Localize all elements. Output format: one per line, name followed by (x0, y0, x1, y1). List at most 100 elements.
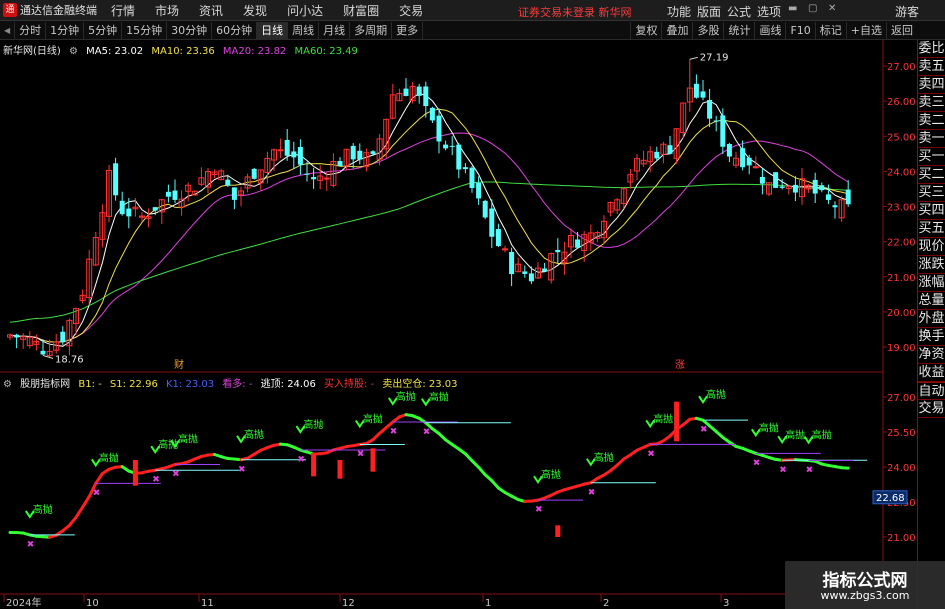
sidebar-item-3[interactable]: 卖三 (918, 94, 945, 112)
candle-body (113, 163, 119, 196)
tool-stats[interactable]: 统计 (723, 22, 754, 39)
sidebar-item-19[interactable]: 自动 (918, 382, 945, 400)
candle-body (416, 86, 422, 96)
watermark: 指标公式网 www.zbgs3.com (785, 561, 945, 609)
menu-function[interactable]: 功能 (667, 3, 691, 20)
app-logo-icon: 通 (3, 3, 17, 17)
sidebar-item-15[interactable]: 外盘 (918, 310, 945, 328)
tool-mark[interactable]: 标记 (814, 22, 846, 39)
candle-body (693, 83, 699, 98)
candle-body (119, 200, 125, 215)
badge-zhang: 涨 (675, 359, 685, 371)
indicator-bar (370, 448, 376, 472)
candle-body (403, 88, 409, 96)
period-tab-monthly[interactable]: 月线 (319, 21, 351, 39)
signal-cross-icon: ✖ (647, 449, 655, 459)
tool-back[interactable]: 返回 (886, 22, 917, 39)
candle-body (752, 166, 759, 169)
candle-body (773, 172, 779, 188)
menu-item-trade[interactable]: 交易 (399, 2, 423, 19)
sidebar-item-1[interactable]: 卖五 (918, 58, 945, 76)
window-max-icon[interactable]: ▢ (808, 3, 817, 14)
high-marker-line (689, 56, 698, 60)
sidebar-item-11[interactable]: 现价 (918, 238, 945, 256)
signal-cross-icon: ✖ (423, 428, 431, 438)
period-tab-30min[interactable]: 30分钟 (167, 21, 213, 39)
sidebar-item-0[interactable]: 委比 (918, 40, 945, 58)
candle-body (476, 182, 482, 199)
menu-item-discover[interactable]: 发现 (243, 2, 267, 19)
signal-label: 高抛 (303, 418, 323, 431)
candle-body (555, 249, 561, 253)
period-tab-1min[interactable]: 1分钟 (46, 21, 85, 39)
sidebar-item-20[interactable]: 交易 (918, 400, 945, 418)
sidebar-item-17[interactable]: 净资 (918, 346, 945, 364)
candle-body (291, 151, 297, 158)
menu-item-quotes[interactable]: 行情 (111, 2, 135, 19)
price-tick-label: 24.00 (887, 167, 916, 178)
period-tab-daily[interactable]: 日线 (257, 21, 289, 39)
time-tick-label: 10 (86, 598, 99, 609)
watermark-url: www.zbgs3.com (820, 589, 910, 602)
candle-body (60, 331, 66, 343)
tool-draw[interactable]: 画线 (754, 22, 785, 39)
sidebar-item-13[interactable]: 涨幅 (918, 274, 945, 292)
tool-overlay[interactable]: 叠加 (661, 22, 692, 39)
period-tab-multi[interactable]: 多周期 (350, 21, 393, 39)
period-tab-15min[interactable]: 15分钟 (122, 21, 168, 39)
candle-body (225, 179, 231, 186)
candle-body (707, 100, 713, 119)
candle-body (165, 191, 171, 197)
menu-item-ask[interactable]: 问小达 (287, 2, 323, 19)
tool-add-watchlist[interactable]: +自选 (845, 22, 886, 39)
watermark-title: 指标公式网 (822, 571, 908, 591)
tool-fuquan[interactable]: 复权 (630, 22, 661, 39)
chart-area[interactable]: 高抛 ✖ 高抛 ✖ 高抛 ✖ 高抛 ✖ 高抛 ✖ 高抛 ✖ 高抛 ✖ 高抛 ✖ 高抛 ✖ 高抛 ✖ 高抛 ✖ 高抛 ✖ 高抛 ✖ 高… (0, 40, 917, 609)
window-close-icon[interactable]: ✕ (828, 3, 836, 14)
indicator-bar (674, 401, 680, 442)
menu-guest[interactable]: 游客 (895, 3, 919, 20)
menu-formula[interactable]: 公式 (727, 3, 751, 20)
ma20-line (9, 132, 849, 343)
sidebar-item-16[interactable]: 换手 (918, 328, 945, 346)
sidebar-item-14[interactable]: 总量 (918, 292, 945, 310)
period-tab-weekly[interactable]: 周线 (288, 21, 320, 39)
sidebar-item-9[interactable]: 买四 (918, 202, 945, 220)
candle-body (746, 157, 752, 166)
candle-body (284, 139, 290, 156)
candle-body (502, 248, 508, 251)
candle-body (469, 167, 475, 188)
signal-label: 高抛 (594, 451, 614, 464)
sidebar-item-7[interactable]: 买二 (918, 166, 945, 184)
time-tick-label: 3 (723, 598, 729, 609)
signal-label: 高抛 (363, 413, 383, 426)
period-tab-more[interactable]: 更多 (392, 21, 424, 39)
signal-label: 高抛 (706, 388, 726, 401)
sidebar-item-12[interactable]: 涨跌 (918, 256, 945, 274)
tool-f10[interactable]: F10 (785, 22, 814, 39)
sidebar-item-10[interactable]: 买五 (918, 220, 945, 238)
period-tab-intraday[interactable]: 分时 (15, 21, 47, 39)
menu-options[interactable]: 选项 (757, 3, 781, 20)
menu-item-market[interactable]: 市场 (155, 2, 179, 19)
window-min-icon[interactable]: ▬ (788, 3, 797, 14)
sidebar-item-5[interactable]: 卖一 (918, 130, 945, 148)
candle-body (297, 147, 303, 165)
collapse-left-icon[interactable]: ◀ (0, 21, 16, 39)
sidebar-item-8[interactable]: 买三 (918, 184, 945, 202)
menu-layout[interactable]: 版面 (697, 3, 721, 20)
menu-item-wealth[interactable]: 财富圈 (343, 2, 379, 19)
menu-item-news[interactable]: 资讯 (199, 2, 223, 19)
candle-body (370, 151, 376, 154)
candle-body (14, 334, 20, 338)
period-tab-60min[interactable]: 60分钟 (212, 21, 258, 39)
indicator-tick-label: 27.00 (887, 393, 916, 404)
sidebar-item-6[interactable]: 买一 (918, 148, 945, 166)
tool-multi-stock[interactable]: 多股 (692, 22, 723, 39)
signal-cross-icon: ✖ (297, 455, 305, 465)
sidebar-item-4[interactable]: 卖二 (918, 112, 945, 130)
sidebar-item-2[interactable]: 卖四 (918, 76, 945, 94)
sidebar-item-18[interactable]: 收益 (918, 364, 945, 382)
period-tab-5min[interactable]: 5分钟 (84, 21, 123, 39)
badge-cai: 财 (174, 358, 184, 371)
